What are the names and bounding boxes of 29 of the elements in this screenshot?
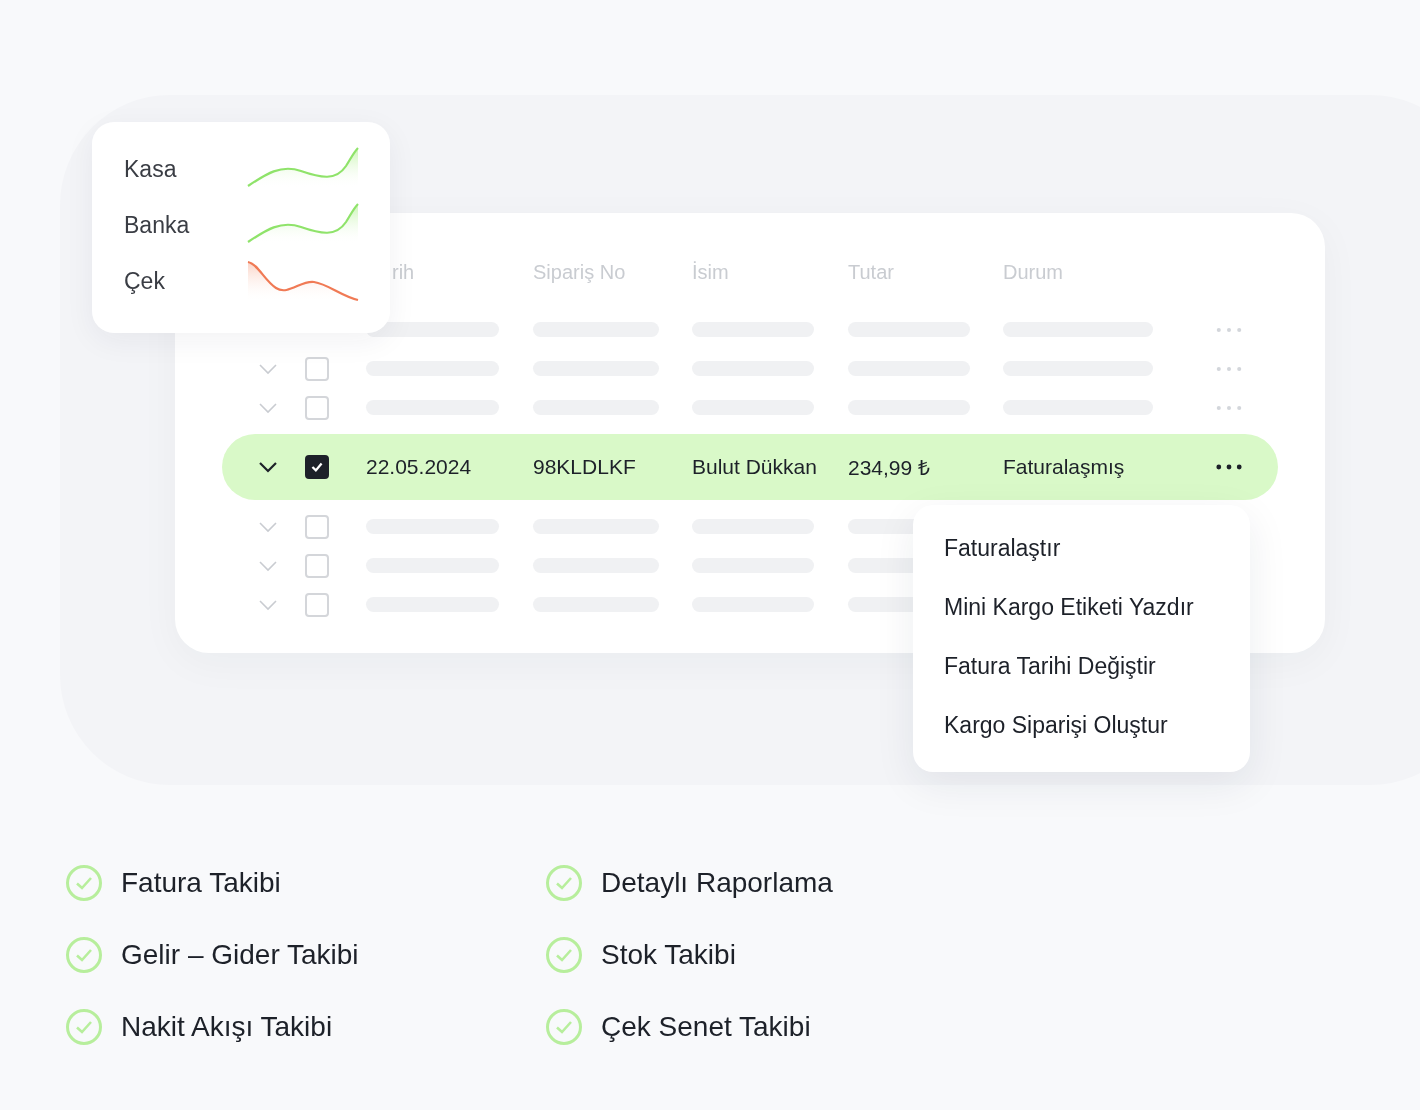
account-label: Kasa xyxy=(124,155,177,183)
chevron-icon[interactable] xyxy=(258,461,278,473)
check-circle-icon xyxy=(65,1008,103,1046)
table-cell-text: 98KLDLKF xyxy=(533,455,637,479)
check-circle-icon xyxy=(545,936,583,974)
feature-label: Gelir – Gider Takibi xyxy=(121,939,359,971)
table-cell-text: Faturalaşmış xyxy=(1003,455,1126,479)
feature-label: Çek Senet Takibi xyxy=(601,1011,811,1043)
check-circle-icon xyxy=(65,864,103,902)
table-cell-text: Bulut Dükkan xyxy=(692,455,818,479)
menu-item[interactable]: Faturalaştır xyxy=(944,531,1250,566)
account-label: Çek xyxy=(124,267,165,295)
menu-item[interactable]: Mini Kargo Etiketi Yazdır xyxy=(944,590,1250,625)
check-circle-icon xyxy=(65,936,103,974)
table-cell-text: 22.05.2024 xyxy=(366,455,473,479)
feature-label: Fatura Takibi xyxy=(121,867,281,899)
menu-item[interactable]: Kargo Siparişi Oluştur xyxy=(944,708,1250,743)
check-circle-icon xyxy=(545,1008,583,1046)
check-circle-icon xyxy=(545,864,583,902)
feature-label: Detaylı Raporlama xyxy=(601,867,833,899)
falling-sparkline-icon xyxy=(246,258,360,304)
more-icon[interactable] xyxy=(1216,464,1242,470)
menu-item[interactable]: Fatura Tarihi Değiştir xyxy=(944,649,1250,684)
account-label: Banka xyxy=(124,211,190,239)
table-cell-text: 234,99 ₺ xyxy=(848,455,932,481)
checkbox[interactable] xyxy=(305,455,329,479)
feature-label: Nakit Akışı Takibi xyxy=(121,1011,333,1043)
feature-label: Stok Takibi xyxy=(601,939,736,971)
table-row[interactable]: 22.05.2024 98KLDLKF Bulut Dükkan 234,99 ₺ Faturalaşmış xyxy=(222,434,1278,500)
